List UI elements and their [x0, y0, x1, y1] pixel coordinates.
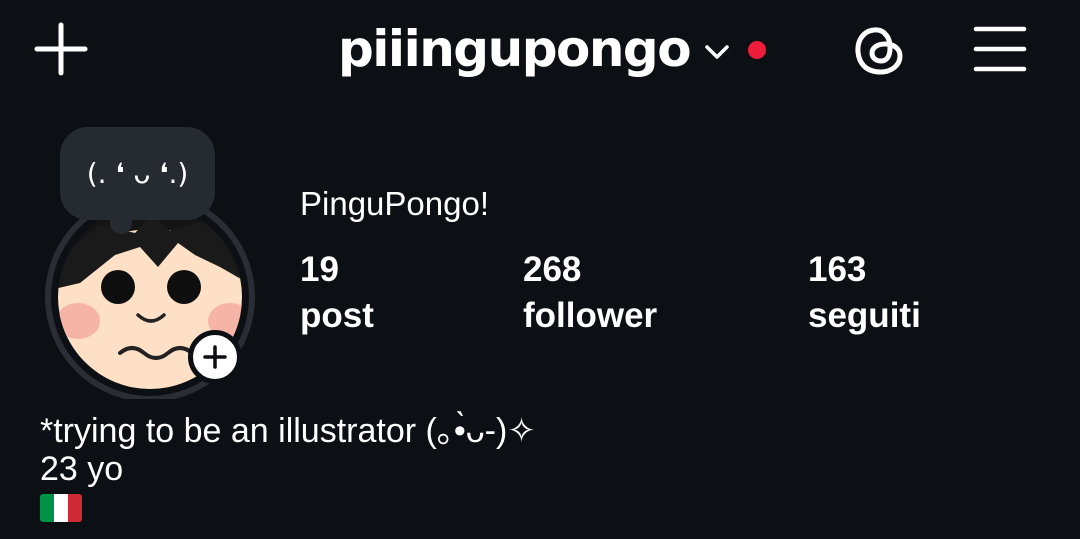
- following-stat[interactable]: 163 seguiti: [808, 250, 921, 342]
- plus-icon: [203, 345, 227, 369]
- hamburger-menu-icon: [973, 26, 1027, 72]
- italy-flag-icon: [40, 494, 82, 522]
- followers-count: 268: [523, 250, 582, 289]
- profile-screen: piiingupongo (. ❛ ᴗ ❛.) PinguPongo! 19 p…: [0, 0, 1080, 539]
- add-story-button[interactable]: [188, 330, 242, 384]
- bio-line-2: 23 yo: [40, 450, 124, 488]
- posts-count: 19: [300, 250, 339, 289]
- following-count: 163: [808, 250, 867, 289]
- posts-stat[interactable]: 19 post: [300, 250, 374, 342]
- plus-icon: [34, 22, 88, 76]
- display-name: PinguPongo!: [300, 185, 489, 222]
- note-text: (. ❛ ᴗ ❛.): [86, 157, 189, 190]
- account-switcher[interactable]: piiingupongo: [338, 14, 767, 84]
- posts-label: post: [300, 296, 374, 335]
- notification-dot: [748, 41, 767, 59]
- bio-line-1: *trying to be an illustrator (｡•̀ᴗ-)✧: [40, 412, 536, 450]
- threads-icon: [855, 27, 903, 75]
- following-label: seguiti: [808, 296, 921, 335]
- followers-label: follower: [523, 296, 658, 335]
- note-bubble[interactable]: (. ❛ ᴗ ❛.): [60, 127, 215, 234]
- create-button[interactable]: [34, 22, 88, 76]
- username: piiingupongo: [338, 20, 692, 78]
- bio: *trying to be an illustrator (｡•̀ᴗ-)✧ 23…: [40, 412, 536, 530]
- threads-button[interactable]: [852, 22, 908, 78]
- followers-stat[interactable]: 268 follower: [523, 250, 657, 342]
- chevron-down-icon: [705, 45, 729, 59]
- menu-button[interactable]: [972, 24, 1028, 74]
